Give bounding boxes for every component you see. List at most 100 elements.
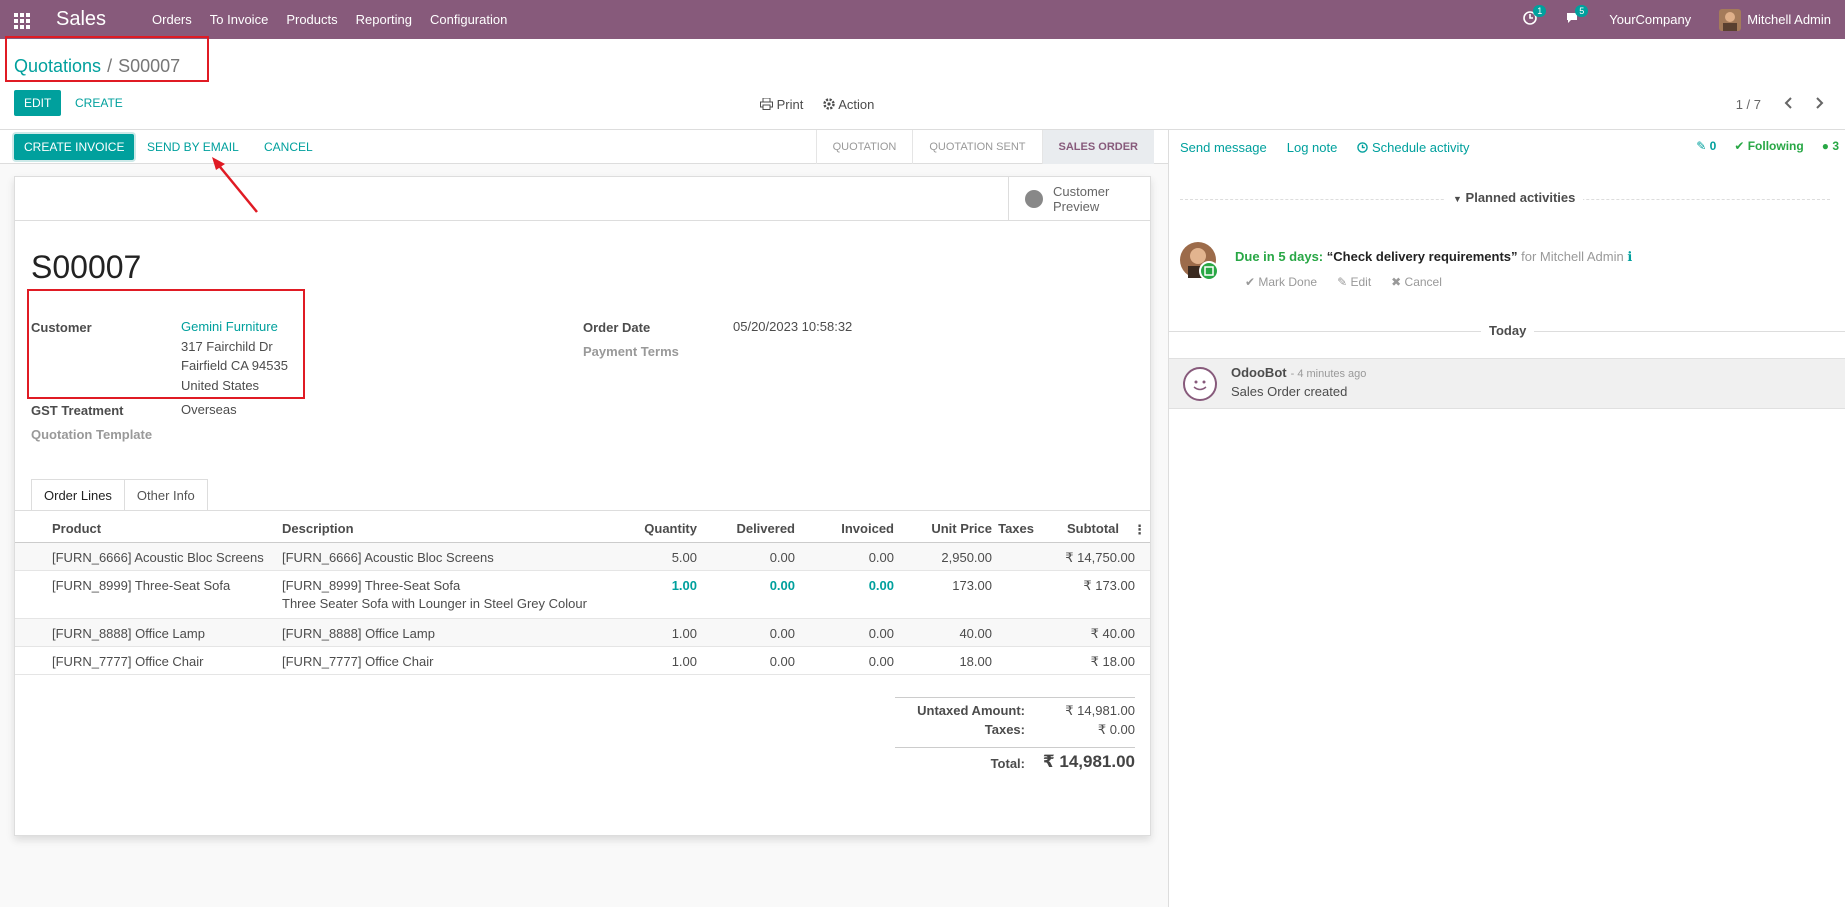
untaxed-value: ₹ 14,981.00 [1065,703,1135,718]
menu-products[interactable]: Products [286,12,337,27]
action-dropdown[interactable]: Action [823,97,874,112]
row-description-line1: [FURN_8999] Three-Seat Sofa [282,578,461,593]
row-description: [FURN_8888] Office Lamp [282,626,435,641]
mark-done-label: Mark Done [1258,275,1318,289]
paperclip-icon: ✎ [1696,139,1707,153]
create-button[interactable]: CREATE [75,90,123,116]
user-avatar[interactable] [1719,8,1742,31]
following-button[interactable]: ✔ Following [1734,139,1803,153]
message-author: OdooBot - 4 minutes ago [1231,365,1366,380]
gst-treatment-label: GST Treatment [31,403,124,418]
row-description: [FURN_7777] Office Chair [282,654,434,669]
customer-highlight-box [27,289,305,399]
row-subtotal: ₹ 173.00 [1083,578,1135,593]
log-note-button[interactable]: Log note [1287,140,1338,155]
smart-button-box: Customer Preview [15,177,1150,221]
gear-icon [823,98,836,110]
form-statusbar: CREATE INVOICE SEND BY EMAIL CANCEL QUOT… [0,130,1168,164]
row-subtotal: ₹ 14,750.00 [1065,550,1135,565]
row-delivered: 0.00 [769,578,795,593]
row-description: [FURN_6666] Acoustic Bloc Screens [282,550,494,565]
table-row[interactable]: [FURN_8888] Office Lamp [FURN_8888] Offi… [15,619,1150,647]
header-product[interactable]: Product [52,521,101,536]
action-label: Action [838,97,875,112]
pager-previous-icon[interactable] [1783,97,1793,112]
edit-activity-button[interactable]: ✎ Edit [1337,275,1371,289]
messaging-chat-icon[interactable]: 5 [1565,5,1589,28]
print-dropdown[interactable]: Print [760,97,803,112]
row-delivered: 0.00 [769,626,795,641]
menu-to-invoice[interactable]: To Invoice [210,12,269,27]
apps-menu-icon[interactable] [14,12,32,29]
company-switcher[interactable]: YourCompany [1609,12,1691,27]
header-subtotal[interactable]: Subtotal [1067,521,1119,536]
app-brand[interactable]: Sales [56,8,106,31]
pager: 1 / 7 [1736,97,1825,112]
pager-next-icon[interactable] [1815,97,1825,112]
chatter-message[interactable]: OdooBot - 4 minutes ago Sales Order creat… [1169,358,1845,409]
menu-reporting[interactable]: Reporting [356,12,412,27]
schedule-activity-label: Schedule activity [1371,139,1470,155]
row-unit-price: 173.00 [952,578,992,593]
schedule-activity-button[interactable]: Schedule activity [1357,139,1470,155]
tab-other-info[interactable]: Other Info [124,479,208,511]
tab-order-lines[interactable]: Order Lines [31,479,125,511]
row-delivered: 0.00 [769,550,795,565]
planned-activities-toggle[interactable]: ▼ Planned activities [1445,190,1584,205]
activity-count-badge: 1 [1533,5,1547,17]
menu-orders[interactable]: Orders [152,12,192,27]
taxes-value: ₹ 0.00 [1097,722,1135,737]
order-date-value: 05/20/2023 10:58:32 [733,319,853,334]
mark-done-button[interactable]: ✔ Mark Done [1245,275,1317,289]
chatter-panel: Send message Log note Schedule activity … [1168,130,1845,907]
send-message-button[interactable]: Send message [1180,140,1267,155]
step-quotation-sent[interactable]: QUOTATION SENT [912,130,1041,164]
step-sales-order[interactable]: SALES ORDER [1041,130,1154,164]
untaxed-row: Untaxed Amount: ₹ 14,981.00 [895,697,1135,722]
top-navbar: Sales Orders To Invoice Products Reporti… [0,0,1845,39]
row-product: [FURN_7777] Office Chair [52,654,204,669]
header-description[interactable]: Description [282,521,354,536]
activity-type-icon [1199,261,1219,281]
table-row[interactable]: [FURN_8999] Three-Seat Sofa [FURN_8999] … [15,571,1150,619]
table-row[interactable]: [FURN_7777] Office Chair [FURN_7777] Off… [15,647,1150,675]
status-steps: QUOTATION QUOTATION SENT SALES ORDER [815,130,1154,164]
row-invoiced: 0.00 [868,550,894,565]
info-icon[interactable]: ℹ [1627,249,1632,264]
activity-actions: ✔ Mark Done ✎ Edit ✖ Cancel [1245,275,1442,289]
activity-assignee: for Mitchell Admin [1521,249,1624,264]
followers-count: 3 [1832,139,1839,153]
pager-value[interactable]: 1 / 7 [1736,97,1761,112]
notebook-tabs: Order Lines Other Info [31,479,208,511]
caret-down-icon: ▼ [1453,194,1462,204]
followers-button[interactable]: ● 3 [1822,139,1839,153]
following-label: Following [1747,139,1804,153]
optional-columns-icon[interactable]: ⋮ [1133,522,1146,538]
activity-clock-icon[interactable]: 1 [1523,5,1547,28]
row-delivered: 0.00 [769,654,795,669]
header-quantity[interactable]: Quantity [644,521,697,536]
step-quotation[interactable]: QUOTATION [815,130,913,164]
row-description: [FURN_8999] Three-Seat Sofa Three Seater… [282,578,587,611]
edit-button[interactable]: EDIT [14,90,62,116]
create-invoice-button[interactable]: CREATE INVOICE [14,134,135,160]
send-by-email-button[interactable]: SEND BY EMAIL [147,134,239,160]
row-unit-price: 40.00 [959,626,992,641]
row-unit-price: 2,950.00 [941,550,992,565]
header-invoiced[interactable]: Invoiced [841,521,894,536]
customer-preview-button[interactable]: Customer Preview [1008,177,1150,221]
message-author-name[interactable]: OdooBot [1231,365,1287,380]
today-label: Today [1481,323,1535,338]
header-delivered[interactable]: Delivered [736,521,795,536]
attachments-button[interactable]: ✎ 0 [1696,139,1716,153]
payment-terms-label: Payment Terms [583,344,679,359]
table-row[interactable]: [FURN_6666] Acoustic Bloc Screens [FURN_… [15,543,1150,571]
menu-configuration[interactable]: Configuration [430,12,507,27]
form-sheet: Customer Preview S00007 Customer Gemini … [14,176,1151,836]
cancel-order-button[interactable]: CANCEL [264,134,313,160]
header-unit-price[interactable]: Unit Price [931,521,992,536]
user-menu[interactable]: Mitchell Admin [1747,12,1831,27]
message-body: Sales Order created [1231,384,1348,399]
cancel-activity-button[interactable]: ✖ Cancel [1391,275,1442,289]
header-taxes[interactable]: Taxes [998,521,1034,536]
